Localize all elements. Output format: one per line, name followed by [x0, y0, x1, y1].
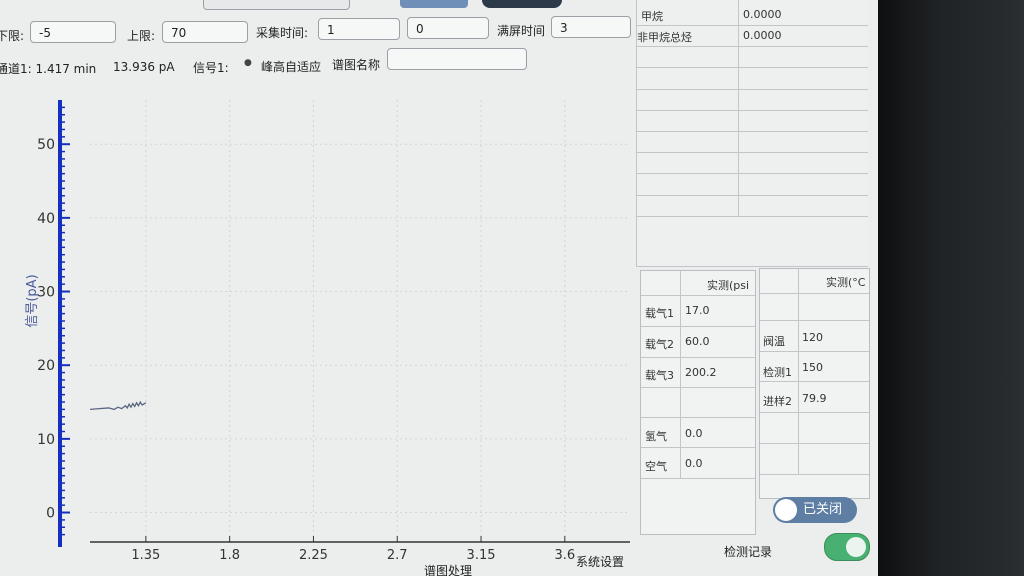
detector-toggle[interactable]: 已关闭 — [773, 497, 857, 523]
y-axis-title: 信号(pA) — [25, 274, 40, 327]
temp-name-3: 进样2 — [763, 395, 792, 408]
device-bezel — [878, 0, 1024, 576]
x-tick-label-5: 3.6 — [554, 548, 575, 563]
top-button-right[interactable] — [400, 0, 468, 8]
temp-name-2: 检测1 — [763, 366, 792, 379]
acq-time-input-2[interactable]: 0 — [407, 17, 489, 39]
x-tick-label-4: 3.15 — [467, 548, 496, 563]
pressure-name-0: 载气1 — [645, 307, 674, 320]
pressure-name-2: 载气3 — [645, 369, 674, 382]
lower-limit-input[interactable]: -5 — [30, 21, 116, 43]
fullscreen-time-label: 满屏时间 — [497, 24, 546, 38]
y-tick-label-4: 10 — [37, 432, 55, 448]
chart-processing-button[interactable]: 谱图处理 — [424, 562, 472, 576]
signal-value: 13.936 pA — [113, 60, 175, 74]
x-tick-label-2: 2.25 — [299, 548, 328, 563]
pressure-name-1: 载气2 — [645, 338, 674, 351]
result-name-1: 非甲烷总烃 — [637, 31, 692, 44]
pressure-name-4: 氢气 — [645, 430, 667, 443]
instrument-screen: 下限: -5 上限: 70 采集时间: 1 0 满屏时间 3 通道1: 1.41… — [0, 0, 878, 576]
x-tick-label-0: 1.35 — [131, 548, 160, 563]
result-name-0: 甲烷 — [641, 10, 663, 23]
temp-value-2: 150 — [802, 361, 823, 374]
y-tick-label-1: 40 — [37, 211, 55, 227]
records-switch[interactable] — [824, 533, 870, 561]
results-table: 甲烷 0.0000 非甲烷总烃 0.0000 — [636, 0, 868, 267]
result-value-0: 0.0000 — [743, 8, 782, 21]
temp-name-1: 阀温 — [763, 335, 785, 348]
upper-limit-input[interactable]: 70 — [162, 21, 248, 43]
peak-adaptive-label[interactable]: 峰高自适应 — [261, 58, 321, 75]
pressure-header: 实测(psi — [707, 279, 750, 292]
signal-label: 信号1: — [193, 61, 229, 75]
pressure-value-1: 60.0 — [685, 335, 710, 348]
chart-name-input[interactable] — [387, 48, 527, 70]
signal-series-line-0 — [89, 400, 147, 411]
acq-time-label: 采集时间: — [256, 26, 309, 40]
pressure-table: 实测(psi 载气1 17.0 载气2 60.0 载气3 200.2 氢气 0.… — [640, 270, 756, 535]
pressure-name-5: 空气 — [645, 460, 667, 473]
toggle-knob — [775, 499, 797, 521]
pressure-value-0: 17.0 — [685, 304, 710, 317]
top-toggle[interactable] — [482, 0, 562, 8]
adaptive-dot-icon: ● — [244, 58, 252, 68]
pressure-value-4: 0.0 — [685, 427, 703, 440]
pressure-value-5: 0.0 — [685, 457, 703, 470]
top-button-center[interactable] — [203, 0, 350, 10]
x-tick-label-3: 2.7 — [387, 548, 408, 563]
chart-name-label: 谱图名称 — [332, 58, 381, 72]
y-tick-label-5: 0 — [46, 506, 55, 522]
records-switch-knob — [846, 537, 866, 557]
detection-records-button[interactable]: 检测记录 — [724, 543, 772, 560]
fullscreen-time-input[interactable]: 3 — [551, 16, 631, 38]
temp-value-1: 120 — [802, 331, 823, 344]
temp-value-3: 79.9 — [802, 392, 827, 405]
y-tick-label-0: 50 — [37, 137, 55, 153]
upper-limit-label: 上限: — [127, 29, 156, 43]
acq-time-input[interactable]: 1 — [318, 18, 400, 40]
signal-chart: 1.35 1.8 2.25 2.7 3.15 3.650403020100信号(pA) — [25, 100, 630, 563]
temp-header: 实测(°C — [826, 276, 866, 289]
x-tick-label-1: 1.8 — [219, 548, 240, 563]
toggle-label: 已关闭 — [803, 502, 843, 517]
y-tick-label-3: 20 — [37, 358, 55, 374]
system-settings-button[interactable]: 系统设置 — [576, 553, 624, 570]
result-value-1: 0.0000 — [743, 29, 782, 42]
pressure-value-2: 200.2 — [685, 366, 717, 379]
lower-limit-label: 下限: — [0, 29, 25, 43]
temperature-table: 实测(°C 阀温 120 检测1 150 进样2 79.9 — [759, 268, 870, 499]
